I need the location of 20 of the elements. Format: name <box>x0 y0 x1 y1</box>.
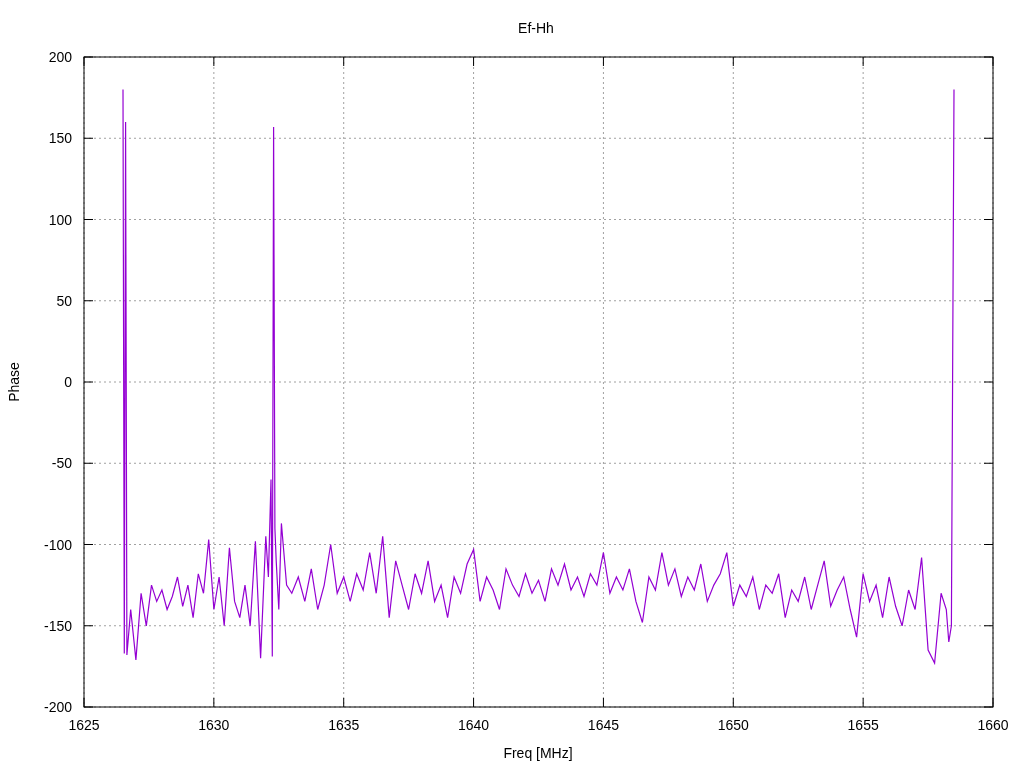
y-axis-title: Phase <box>6 362 22 402</box>
y-tick-label: 50 <box>56 292 72 309</box>
y-tick-label: 200 <box>48 49 72 65</box>
x-tick-label: 1650 <box>717 717 749 733</box>
chart-title: Ef-Hh <box>518 20 554 36</box>
x-tick-label: 1645 <box>587 717 619 733</box>
x-tick-label: 1635 <box>328 717 360 733</box>
y-tick-label: -50 <box>51 455 72 472</box>
y-tick-label: -100 <box>43 536 72 553</box>
x-tick-label: 1625 <box>68 717 100 733</box>
y-tick-label: 0 <box>64 374 72 390</box>
y-tick-label: -150 <box>43 617 72 634</box>
x-axis-title: Freq [MHz] <box>503 745 573 761</box>
y-tick-label: -200 <box>43 699 72 715</box>
x-tick-label: 1655 <box>847 717 879 733</box>
x-tick-label: 1630 <box>198 717 230 733</box>
y-tick-label: 150 <box>48 130 72 147</box>
x-tick-label: 1640 <box>458 717 490 733</box>
x-tick-label: 1660 <box>977 717 1009 733</box>
y-tick-label: 100 <box>48 211 72 228</box>
